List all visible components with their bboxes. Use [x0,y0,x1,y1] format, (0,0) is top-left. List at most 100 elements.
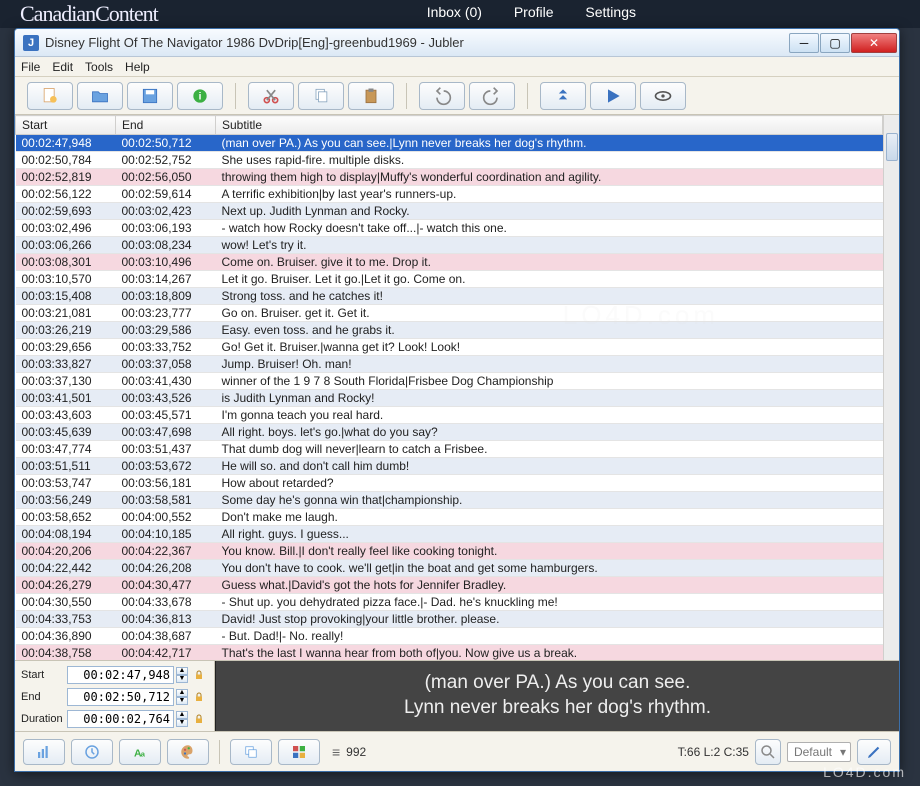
subtitle-table[interactable]: Start End Subtitle 00:02:47,94800:02:50,… [15,115,883,660]
cell-sub: Next up. Judith Lynman and Rocky. [216,203,883,220]
copy-button[interactable] [298,82,344,110]
tool-layer-button[interactable] [230,739,272,765]
zoom-button[interactable] [755,739,781,765]
tool-stats-button[interactable] [23,739,65,765]
table-row[interactable]: 00:03:21,08100:03:23,777Go on. Bruiser. … [16,305,883,322]
window-title: Disney Flight Of The Navigator 1986 DvDr… [45,35,788,50]
info-button[interactable]: i [177,82,223,110]
cell-start: 00:04:36,890 [16,628,116,645]
redo-button[interactable] [469,82,515,110]
cell-sub: throwing them high to display|Muffy's wo… [216,169,883,186]
table-row[interactable]: 00:03:56,24900:03:58,581Some day he's go… [16,492,883,509]
cell-start: 00:03:56,249 [16,492,116,509]
menu-help[interactable]: Help [125,60,150,74]
table-row[interactable]: 00:02:59,69300:03:02,423Next up. Judith … [16,203,883,220]
subtitle-table-scroll[interactable]: Start End Subtitle 00:02:47,94800:02:50,… [15,115,883,660]
vertical-scrollbar[interactable] [883,115,899,660]
cell-end: 00:02:56,050 [116,169,216,186]
table-row[interactable]: 00:03:37,13000:03:41,430winner of the 1 … [16,373,883,390]
cell-end: 00:04:00,552 [116,509,216,526]
open-button[interactable] [77,82,123,110]
table-row[interactable]: 00:03:45,63900:03:47,698All right. boys.… [16,424,883,441]
table-row[interactable]: 00:03:53,74700:03:56,181How about retard… [16,475,883,492]
table-row[interactable]: 00:03:08,30100:03:10,496Come on. Bruiser… [16,254,883,271]
table-row[interactable]: 00:03:29,65600:03:33,752Go! Get it. Brui… [16,339,883,356]
start-lock-icon[interactable] [192,668,206,682]
table-row[interactable]: 00:02:50,78400:02:52,752She uses rapid-f… [16,152,883,169]
cut-button[interactable] [248,82,294,110]
col-start-header[interactable]: Start [16,116,116,135]
menu-tools[interactable]: Tools [85,60,113,74]
cell-start: 00:03:58,652 [16,509,116,526]
col-subtitle-header[interactable]: Subtitle [216,116,883,135]
table-row[interactable]: 00:03:58,65200:04:00,552Don't make me la… [16,509,883,526]
table-row[interactable]: 00:03:33,82700:03:37,058Jump. Bruiser! O… [16,356,883,373]
duration-label: Duration [21,713,65,725]
table-row[interactable]: 00:04:33,75300:04:36,813David! Just stop… [16,611,883,628]
nav-inbox[interactable]: Inbox (0) [427,4,482,20]
table-row[interactable]: 00:03:02,49600:03:06,193- watch how Rock… [16,220,883,237]
new-button[interactable] [27,82,73,110]
minimize-button[interactable]: ─ [789,33,819,53]
table-row[interactable]: 00:03:06,26600:03:08,234wow! Let's try i… [16,237,883,254]
table-row[interactable]: 00:02:56,12200:02:59,614A terrific exhib… [16,186,883,203]
table-row[interactable]: 00:04:08,19400:04:10,185All right. guys.… [16,526,883,543]
maximize-button[interactable]: ▢ [820,33,850,53]
table-row[interactable]: 00:03:47,77400:03:51,437That dumb dog wi… [16,441,883,458]
duration-spinner[interactable]: ▲▼ [176,711,190,727]
close-button[interactable]: ✕ [851,33,897,53]
cell-start: 00:04:08,194 [16,526,116,543]
table-row[interactable]: 00:03:41,50100:03:43,526is Judith Lynman… [16,390,883,407]
cell-sub: Come on. Bruiser. give it to me. Drop it… [216,254,883,271]
table-row[interactable]: 00:04:36,89000:04:38,687- But. Dad!|- No… [16,628,883,645]
table-row[interactable]: 00:02:47,94800:02:50,712(man over PA.) A… [16,135,883,152]
edit-button[interactable] [857,739,891,765]
table-row[interactable]: 00:04:22,44200:04:26,208You don't have t… [16,560,883,577]
cell-start: 00:03:15,408 [16,288,116,305]
tool-font-button[interactable]: Aa [119,739,161,765]
cell-sub: winner of the 1 9 7 8 South Florida|Fris… [216,373,883,390]
titlebar[interactable]: J Disney Flight Of The Navigator 1986 Dv… [15,29,899,57]
style-combo[interactable]: Default [787,742,851,762]
tool-time-button[interactable] [71,739,113,765]
table-row[interactable]: 00:02:52,81900:02:56,050throwing them hi… [16,169,883,186]
cell-end: 00:03:47,698 [116,424,216,441]
duration-lock-icon[interactable] [192,712,206,726]
scrollbar-thumb[interactable] [886,133,898,161]
table-row[interactable]: 00:04:30,55000:04:33,678- Shut up. you d… [16,594,883,611]
cell-end: 00:03:56,181 [116,475,216,492]
table-row[interactable]: 00:03:51,51100:03:53,672He will so. and … [16,458,883,475]
nav-settings[interactable]: Settings [585,4,636,20]
sort-button[interactable] [540,82,586,110]
cell-sub: Go on. Bruiser. get it. Get it. [216,305,883,322]
save-button[interactable] [127,82,173,110]
tool-color-button[interactable] [278,739,320,765]
duration-input[interactable] [67,710,174,728]
play-button[interactable] [590,82,636,110]
col-end-header[interactable]: End [116,116,216,135]
table-row[interactable]: 00:03:15,40800:03:18,809Strong toss. and… [16,288,883,305]
lines-icon: ≡ [332,744,340,760]
end-spinner[interactable]: ▲▼ [176,689,190,705]
table-row[interactable]: 00:04:26,27900:04:30,477Guess what.|Davi… [16,577,883,594]
table-row[interactable]: 00:03:43,60300:03:45,571I'm gonna teach … [16,407,883,424]
table-row[interactable]: 00:03:10,57000:03:14,267Let it go. Bruis… [16,271,883,288]
cell-end: 00:03:10,496 [116,254,216,271]
end-input[interactable] [67,688,174,706]
preview-button[interactable] [640,82,686,110]
menu-file[interactable]: File [21,60,40,74]
cell-start: 00:03:33,827 [16,356,116,373]
start-input[interactable] [67,666,174,684]
tool-palette-button[interactable] [167,739,209,765]
table-row[interactable]: 00:03:26,21900:03:29,586Easy. even toss.… [16,322,883,339]
end-lock-icon[interactable] [192,690,206,704]
nav-profile[interactable]: Profile [514,4,554,20]
paste-button[interactable] [348,82,394,110]
menu-edit[interactable]: Edit [52,60,73,74]
table-row[interactable]: 00:04:20,20600:04:22,367You know. Bill.|… [16,543,883,560]
time-editor: Start ▲▼ End ▲▼ Duration ▲▼ [15,661,215,731]
undo-button[interactable] [419,82,465,110]
cell-end: 00:03:37,058 [116,356,216,373]
table-row[interactable]: 00:04:38,75800:04:42,717That's the last … [16,645,883,661]
start-spinner[interactable]: ▲▼ [176,667,190,683]
